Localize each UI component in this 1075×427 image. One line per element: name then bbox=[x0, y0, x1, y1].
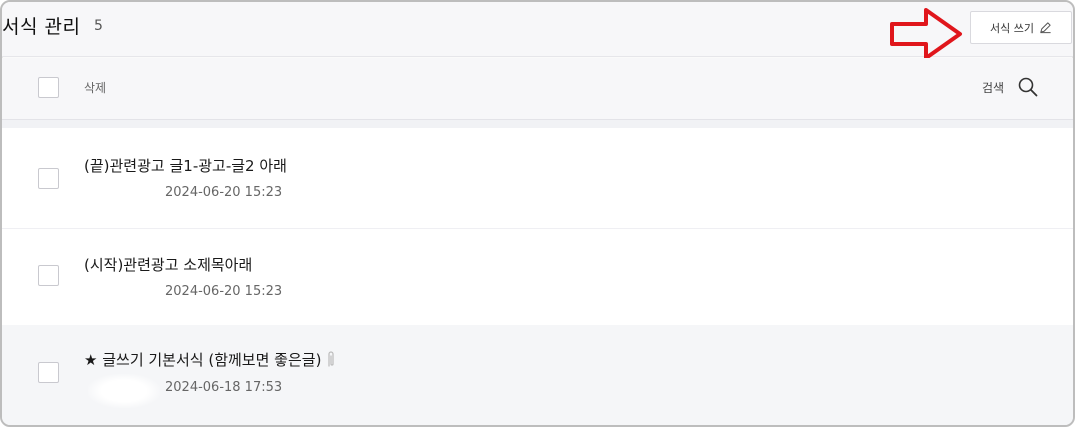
list-separator bbox=[2, 120, 1073, 128]
list-item[interactable]: (시작)관련광고 소제목아래 2024-06-20 15:23 bbox=[2, 229, 1073, 325]
write-template-button[interactable]: 서식 쓰기 bbox=[970, 11, 1072, 44]
delete-button[interactable]: 삭제 bbox=[84, 79, 106, 96]
write-template-button-label: 서식 쓰기 bbox=[990, 21, 1034, 35]
template-count: 5 bbox=[94, 18, 103, 34]
template-title[interactable]: (끝)관련광고 글1-광고-글2 아래 bbox=[84, 155, 287, 176]
list-item[interactable]: ★ 글쓰기 기본서식 (함께보면 좋은글) 2024-06-18 17:53 bbox=[2, 325, 1073, 425]
select-all-checkbox[interactable] bbox=[38, 77, 59, 98]
template-date: 2024-06-20 15:23 bbox=[165, 284, 283, 299]
paperclip-icon bbox=[328, 351, 335, 367]
template-date: 2024-06-20 15:23 bbox=[165, 185, 283, 200]
search-icon[interactable] bbox=[1017, 76, 1039, 98]
page-header: 서식 관리 5 서식 쓰기 bbox=[2, 2, 1073, 60]
page-title: 서식 관리 bbox=[2, 16, 81, 38]
list-item[interactable]: (끝)관련광고 글1-광고-글2 아래 2024-06-20 15:23 bbox=[2, 128, 1073, 228]
pencil-icon bbox=[1040, 22, 1051, 34]
redaction-blur bbox=[88, 374, 160, 408]
search-button-label[interactable]: 검색 bbox=[982, 79, 1004, 96]
app-frame: 서식 관리 5 서식 쓰기 삭제 검색 (끝)관련광고 글1-광고-글2 아래 … bbox=[0, 0, 1075, 427]
template-title[interactable]: ★ 글쓰기 기본서식 (함께보면 좋은글) bbox=[84, 351, 321, 369]
red-arrow-annotation-icon bbox=[890, 8, 962, 60]
row-checkbox[interactable] bbox=[38, 168, 59, 189]
template-title[interactable]: (시작)관련광고 소제목아래 bbox=[84, 254, 252, 275]
list-toolbar: 삭제 검색 bbox=[2, 58, 1073, 120]
template-date: 2024-06-18 17:53 bbox=[165, 380, 283, 395]
template-title-wrapper[interactable]: ★ 글쓰기 기본서식 (함께보면 좋은글) bbox=[84, 349, 336, 370]
row-checkbox[interactable] bbox=[38, 362, 59, 383]
row-checkbox[interactable] bbox=[38, 265, 59, 286]
